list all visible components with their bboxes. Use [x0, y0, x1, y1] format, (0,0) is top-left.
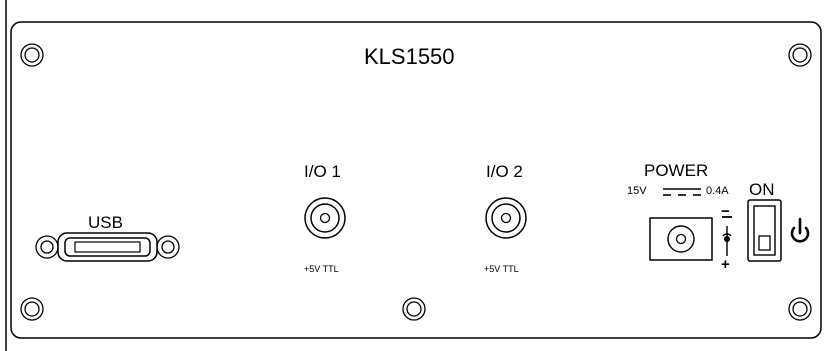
- power-label: POWER: [644, 161, 709, 180]
- polarity-minus: −: [721, 203, 730, 220]
- switch-on-label: ON: [749, 180, 775, 199]
- power-voltage: 15V: [627, 185, 647, 197]
- io2-label: I/O 2: [486, 162, 523, 181]
- io1-note: +5V TTL: [304, 264, 339, 274]
- power-current: 0.4A: [706, 185, 729, 197]
- io2-note: +5V TTL: [484, 264, 519, 274]
- dc-power-jack: [649, 217, 713, 261]
- usb-label: USB: [88, 213, 123, 232]
- polarity-plus: +: [721, 256, 730, 273]
- io1-label: I/O 1: [304, 162, 341, 181]
- power-switch: [747, 199, 782, 262]
- device-title: KLS1550: [364, 44, 455, 69]
